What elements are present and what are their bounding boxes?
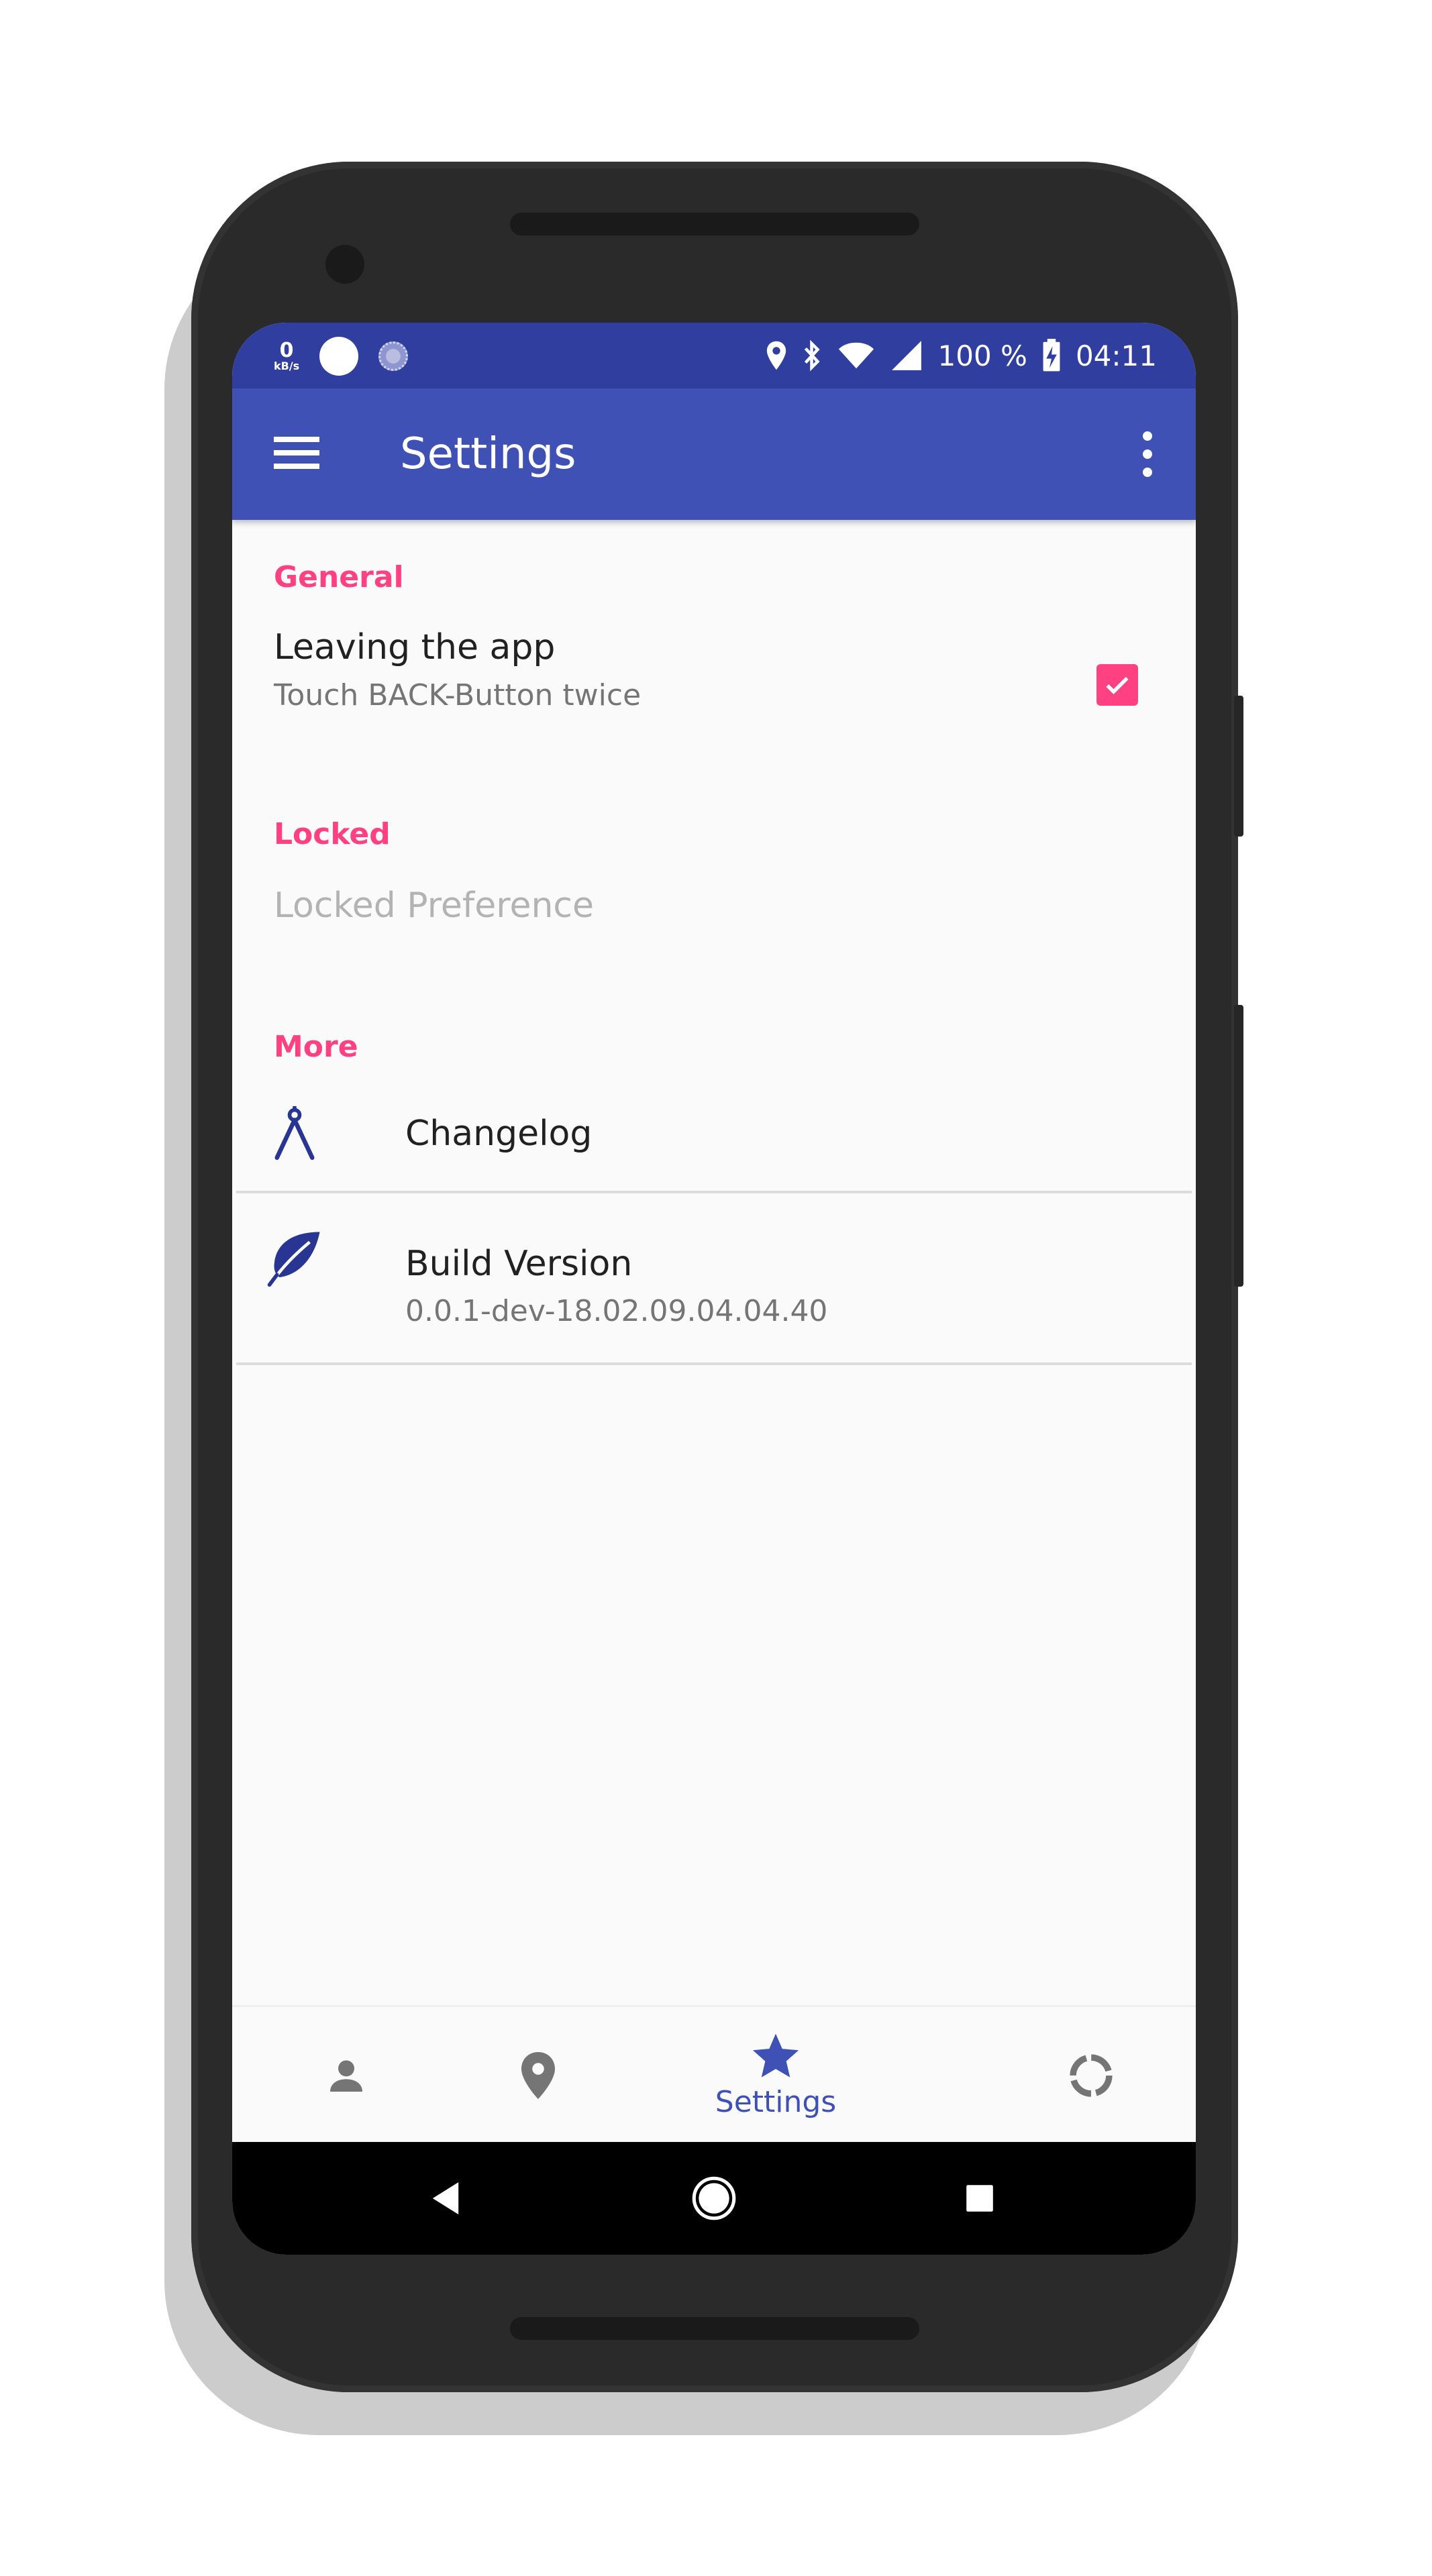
power-button — [1234, 696, 1243, 837]
bottom-speaker — [510, 2317, 919, 2340]
home-icon[interactable] — [691, 2176, 737, 2221]
pref-changelog[interactable]: Changelog — [232, 1083, 1196, 1191]
cell-signal-icon — [891, 341, 921, 370]
status-system-icons: 100 % 04:11 — [765, 336, 1157, 375]
place-icon — [521, 2052, 555, 2099]
bottom-navigation: Settings — [232, 2005, 1196, 2144]
status-bar: 0 kB/s 100 % 04:11 — [232, 323, 1196, 388]
pref-leaving-title: Leaving the app — [274, 627, 556, 667]
pref-locked-preference: Locked Preference — [274, 885, 594, 926]
leaving-app-checkbox[interactable] — [1096, 664, 1138, 706]
person-icon — [330, 2060, 362, 2092]
category-general: General — [274, 560, 404, 594]
phone-screen: 0 kB/s 100 % 04:11 Settings General Leav… — [232, 323, 1196, 2255]
pref-leaving-the-app[interactable]: Leaving the app Touch BACK-Button twice — [232, 627, 1196, 748]
recents-icon[interactable] — [965, 2184, 994, 2213]
network-speed-unit: kB/s — [274, 360, 300, 372]
system-navigation-bar — [232, 2142, 1196, 2255]
notification-circle-icon — [319, 337, 359, 376]
top-speaker — [510, 213, 919, 235]
battery-charging-icon — [1043, 339, 1060, 372]
front-camera — [325, 245, 364, 284]
category-locked: Locked — [274, 817, 391, 851]
page-title: Settings — [400, 429, 576, 479]
changelog-title: Changelog — [405, 1114, 593, 1154]
category-more: More — [274, 1030, 358, 1064]
nav-item-location[interactable] — [478, 2007, 599, 2144]
loading-ring-icon — [1070, 2054, 1113, 2097]
bluetooth-icon — [804, 339, 820, 372]
volume-button — [1234, 1005, 1243, 1287]
nav-item-loading[interactable] — [1031, 2007, 1152, 2144]
pref-leaving-summary: Touch BACK-Button twice — [274, 678, 642, 712]
checkmark-icon — [1106, 676, 1129, 694]
leaf-icon — [267, 1232, 320, 1287]
compass-icon — [274, 1106, 315, 1161]
network-speed-indicator: 0 kB/s — [274, 341, 299, 372]
build-version-summary: 0.0.1-dev-18.02.09.04.04.40 — [405, 1294, 828, 1328]
battery-percent: 100 % — [937, 339, 1027, 372]
nav-item-settings[interactable]: Settings — [662, 2007, 890, 2144]
settings-list: General Leaving the app Touch BACK-Butto… — [232, 520, 1196, 1996]
status-notifications: 0 kB/s — [274, 337, 409, 376]
list-divider — [236, 1362, 1192, 1365]
hamburger-menu-icon[interactable] — [274, 434, 319, 472]
status-time: 04:11 — [1075, 339, 1157, 372]
pref-build-version[interactable]: Build Version 0.0.1-dev-18.02.09.04.04.4… — [232, 1193, 1196, 1362]
back-icon[interactable] — [429, 2180, 462, 2216]
more-vert-icon[interactable] — [1139, 431, 1156, 477]
nav-item-profile[interactable] — [286, 2007, 407, 2144]
build-version-title: Build Version — [405, 1244, 633, 1284]
network-speed-value: 0 — [279, 339, 294, 362]
app-toolbar: Settings — [232, 388, 1196, 520]
notification-sync-icon — [378, 341, 409, 371]
star-icon — [752, 2033, 799, 2078]
wifi-icon — [838, 342, 874, 369]
nav-settings-label: Settings — [715, 2084, 837, 2119]
location-icon — [766, 341, 786, 370]
